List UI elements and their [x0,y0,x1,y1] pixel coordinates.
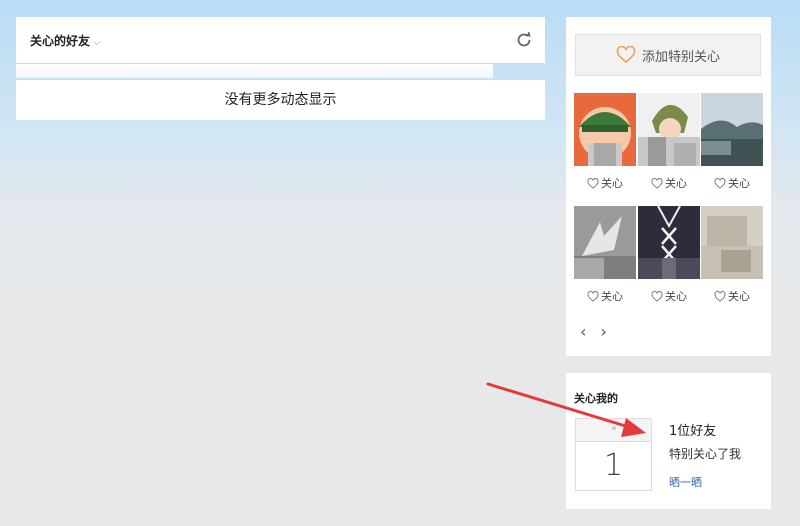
feed-empty-message: 没有更多动态显示 [16,80,545,120]
heart-icon [714,177,726,189]
prev-page-button[interactable]: ‹ [580,323,586,341]
care-label: 关心 [728,290,750,303]
avatar[interactable] [701,93,763,166]
friend-card: 关心 [574,93,636,191]
care-label: 关心 [665,290,687,303]
care-label: 关心 [601,290,623,303]
care-button[interactable]: 关心 [638,288,700,304]
care-button[interactable]: 关心 [701,288,763,304]
chevron-down-icon: ⌵ [93,37,101,48]
care-button[interactable]: 关心 [701,175,763,191]
cares-about-me-desc: 特别关心了我 [669,447,742,461]
care-label: 关心 [728,177,750,190]
friend-card: 关心 [574,206,636,304]
friend-card: 关心 [638,206,700,304]
friend-card: 关心 [701,93,763,191]
calendar-header [576,419,651,442]
calendar-number: 1 [603,448,624,483]
care-label: 关心 [601,177,623,190]
heart-icon [587,177,599,189]
heart-icon [651,177,663,189]
special-care-panel: 添加特别关心 关心 关心 关心 关心 关心 关心 ‹ › [566,17,771,356]
avatar[interactable] [638,93,700,166]
friend-card: 关心 [638,93,700,191]
feed-divider [16,64,493,78]
heart-icon [616,46,636,64]
feed-header-panel: 关心的好友 ⌵ [16,17,545,63]
heart-icon [587,290,599,302]
add-special-care-button[interactable]: 添加特别关心 [575,34,761,76]
calendar-icon: 1 [575,418,652,491]
avatar[interactable] [574,93,636,166]
heart-icon [651,290,663,302]
cares-about-me-title: 关心我的 [574,392,618,405]
care-label: 关心 [665,177,687,190]
feed-title-label: 关心的好友 [30,34,91,48]
friend-count: 1位好友 [669,424,717,439]
care-button[interactable]: 关心 [574,288,636,304]
avatar[interactable] [638,206,700,279]
care-button[interactable]: 关心 [638,175,700,191]
feed-title[interactable]: 关心的好友 ⌵ [30,32,101,49]
share-link[interactable]: 晒一晒 [669,474,702,490]
next-page-button[interactable]: › [600,323,606,341]
care-button[interactable]: 关心 [574,175,636,191]
add-special-care-label: 添加特别关心 [641,49,720,65]
refresh-icon[interactable] [515,31,533,49]
heart-icon [714,290,726,302]
avatar[interactable] [574,206,636,279]
friend-card: 关心 [701,206,763,304]
pager: ‹ › [580,323,607,341]
avatar[interactable] [701,206,763,279]
cares-about-me-panel: 关心我的 1 1位好友 特别关心了我 晒一晒 [566,373,771,509]
